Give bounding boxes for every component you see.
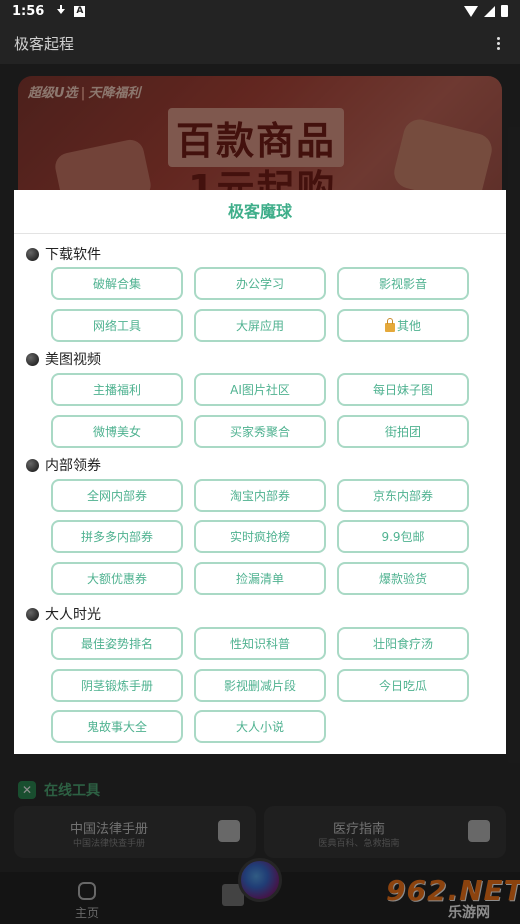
chip-item[interactable]: 壮阳食疗汤 (337, 627, 469, 660)
bullet-icon (26, 607, 39, 621)
chip-item[interactable]: 破解合集 (51, 267, 183, 300)
status-bar: 1:56 A (0, 0, 520, 22)
chip-label: 其他 (396, 319, 421, 333)
app-notification-icon: A (74, 5, 86, 17)
wifi-icon (464, 5, 478, 17)
chip-item[interactable]: 今日吃瓜 (337, 669, 469, 702)
section-header: 大人时光 (26, 604, 101, 624)
section-header: 内部领券 (26, 455, 101, 475)
chip-item[interactable]: 大屏应用 (194, 309, 326, 342)
chip-item[interactable]: 全网内部券 (51, 479, 183, 512)
chip-item[interactable]: 鬼故事大全 (51, 710, 183, 743)
chip-item[interactable]: 9.9包邮 (337, 520, 469, 553)
chip-item[interactable]: 京东内部券 (337, 479, 469, 512)
battery-icon (501, 5, 508, 17)
bullet-icon (26, 458, 39, 472)
chip-item[interactable]: 网络工具 (51, 309, 183, 342)
chip-item[interactable]: 淘宝内部券 (194, 479, 326, 512)
chip-item[interactable]: 实时疯抢榜 (194, 520, 326, 553)
chip-item[interactable]: 影视删减片段 (194, 669, 326, 702)
section-header: 下载软件 (26, 244, 101, 264)
category-dialog: 极客魔球 下载软件 破解合集 办公学习 影视影音 网络工具 大屏应用 其他 美图… (14, 190, 506, 754)
bullet-icon (26, 247, 39, 261)
more-options-icon[interactable] (491, 33, 506, 54)
chip-item[interactable]: 拼多多内部券 (51, 520, 183, 553)
section-title: 大人时光 (45, 607, 101, 623)
chip-item[interactable]: 爆款验货 (337, 562, 469, 595)
chip-item[interactable]: 影视影音 (337, 267, 469, 300)
status-time: 1:56 (12, 3, 45, 19)
app-title: 极客起程 (14, 34, 75, 53)
chip-item[interactable]: 性知识科普 (194, 627, 326, 660)
chip-item-locked[interactable]: 其他 (337, 309, 469, 342)
chip-item[interactable]: 主播福利 (51, 373, 183, 406)
section-title: 内部领券 (45, 458, 101, 474)
download-icon (56, 5, 66, 17)
chip-item[interactable]: 办公学习 (194, 267, 326, 300)
signal-icon (484, 5, 495, 17)
chip-item[interactable]: 大人小说 (194, 710, 326, 743)
bullet-icon (26, 352, 39, 366)
chip-item[interactable]: 每日妹子图 (337, 373, 469, 406)
chip-item[interactable]: AI图片社区 (194, 373, 326, 406)
app-bar: 极客起程 (0, 22, 520, 64)
chip-item[interactable]: 最佳姿势排名 (51, 627, 183, 660)
chip-item[interactable]: 买家秀聚合 (194, 415, 326, 448)
lock-icon (384, 317, 395, 332)
dialog-title: 极客魔球 (14, 190, 506, 234)
chip-item[interactable]: 街拍团 (337, 415, 469, 448)
section-title: 下载软件 (45, 247, 101, 263)
chip-item[interactable]: 捡漏清单 (194, 562, 326, 595)
chip-item[interactable]: 微博美女 (51, 415, 183, 448)
section-header: 美图视频 (26, 349, 101, 369)
chip-item[interactable]: 大额优惠券 (51, 562, 183, 595)
screen: 1:56 A 极客起程 超级U选 | 天降福利 百款商品 1元起购 ✕ 在线工具 中… (0, 0, 520, 924)
chip-item[interactable]: 阴茎锻炼手册 (51, 669, 183, 702)
section-title: 美图视频 (45, 352, 101, 368)
